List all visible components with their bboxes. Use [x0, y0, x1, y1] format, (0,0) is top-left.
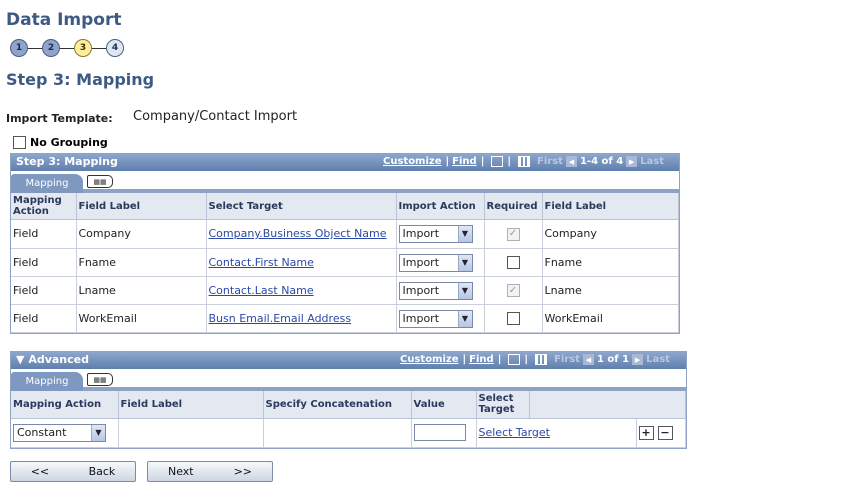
advanced-table: Mapping Action Field Label Specify Conca… [11, 391, 686, 448]
import-action-select[interactable]: Import ▼ [398, 309, 473, 328]
tab-mapping[interactable]: Mapping [11, 372, 83, 391]
find-link[interactable]: Find [469, 354, 494, 365]
col-value: Value [411, 391, 477, 419]
chevron-down-icon: ▼ [457, 226, 472, 242]
mapping-grid: Step 3: Mapping Customize | Find | | Fir… [10, 153, 680, 334]
required-checkbox[interactable] [506, 312, 520, 325]
previous-arrow-icon: ◀ [582, 354, 594, 365]
previous-arrow-icon: ◀ [565, 156, 577, 167]
required-checkbox[interactable] [506, 256, 520, 269]
tab-mapping[interactable]: Mapping [11, 174, 83, 193]
customize-link[interactable]: Customize [383, 156, 442, 167]
mapping-grid-header: Step 3: Mapping Customize | Find | | Fir… [11, 154, 679, 171]
mapping-tabbar: Mapping ▦▦ [11, 171, 679, 193]
table-row: Field Fname Contact.First Name Import ▼ F… [11, 248, 679, 277]
no-grouping-option[interactable]: No Grouping [13, 136, 108, 149]
show-all-columns-icon[interactable]: ▦▦ [87, 175, 113, 188]
mapping-table: Mapping Action Field Label Select Target… [11, 193, 679, 333]
last-link: Last [640, 156, 665, 167]
advanced-grid: ▼ Advanced Customize | Find | | First ◀ … [10, 351, 687, 449]
col-mapping-action: Mapping Action [11, 193, 77, 220]
mapping-grid-nav: Customize | Find | | First ◀ 1-4 of 4 ▶ … [383, 156, 665, 167]
select-target-link[interactable]: Select Target [479, 426, 550, 439]
view-all-icon[interactable] [508, 354, 521, 365]
chevron-down-icon: ▼ [457, 254, 472, 271]
no-grouping-checkbox[interactable] [13, 136, 26, 149]
chevron-down-icon: ▼ [91, 424, 105, 441]
chevron-down-icon: ▼ [457, 282, 472, 299]
next-arrow-icon: ▶ [632, 354, 644, 365]
first-link: First [537, 156, 563, 167]
advanced-grid-header: ▼ Advanced Customize | Find | | First ◀ … [11, 352, 686, 369]
step-2[interactable]: 2 [42, 39, 60, 57]
col-field-label: Field Label [76, 193, 207, 220]
first-link: First [554, 354, 580, 365]
step-heading: Step 3: Mapping [6, 70, 155, 89]
download-grid-icon[interactable] [535, 354, 548, 365]
col-field-label-2: Field Label [542, 193, 679, 220]
step-3-current: 3 [74, 39, 92, 57]
col-select-target: Select Target [476, 391, 530, 419]
row-count: 1-4 of 4 [579, 156, 624, 167]
advanced-grid-title: Advanced [28, 353, 89, 366]
value-input[interactable] [413, 424, 466, 441]
col-mapping-action: Mapping Action [11, 391, 119, 419]
next-button[interactable]: Next >> [147, 461, 273, 482]
mapping-grid-title: Step 3: Mapping [16, 155, 118, 168]
next-arrow-icon: ▶ [626, 156, 638, 167]
advanced-grid-nav: Customize | Find | | First ◀ 1 of 1 ▶ La… [400, 354, 670, 365]
back-button[interactable]: << Back [10, 461, 136, 482]
step-indicator: 1 2 3 4 [10, 38, 124, 58]
import-template-label: Import Template: [6, 112, 113, 125]
step-connector [92, 47, 106, 49]
select-target-link[interactable]: Contact.Last Name [209, 284, 314, 297]
collapse-triangle-icon[interactable]: ▼ [16, 353, 24, 366]
mapping-action-select[interactable]: Constant ▼ [13, 423, 106, 442]
view-all-icon[interactable] [491, 156, 504, 167]
delete-row-button[interactable]: − [657, 425, 673, 440]
select-target-link[interactable]: Company.Business Object Name [209, 227, 387, 240]
advanced-tabbar: Mapping ▦▦ [11, 369, 686, 391]
last-link: Last [646, 354, 670, 365]
import-template-value: Company/Contact Import [133, 109, 298, 124]
required-checkbox: ✓ [506, 284, 520, 297]
find-link[interactable]: Find [452, 156, 477, 167]
select-target-link[interactable]: Contact.First Name [209, 256, 314, 269]
step-connector [60, 47, 74, 49]
step-4[interactable]: 4 [106, 39, 124, 57]
import-action-select[interactable]: Import ▼ [398, 225, 473, 243]
import-action-select[interactable]: Import ▼ [398, 281, 473, 300]
table-row: Field Lname Contact.Last Name Import ▼ ✓ … [11, 276, 679, 305]
row-count: 1 of 1 [596, 354, 630, 365]
show-all-columns-icon[interactable]: ▦▦ [87, 373, 113, 386]
chevron-down-icon: ▼ [457, 310, 472, 327]
step-connector [28, 47, 42, 49]
select-target-link[interactable]: Busn Email.Email Address [209, 312, 352, 325]
add-row-button[interactable]: + [638, 425, 654, 440]
table-row: Constant ▼ Select Target + − [11, 418, 686, 448]
customize-link[interactable]: Customize [400, 354, 459, 365]
col-field-label: Field Label [118, 391, 264, 419]
page-title: Data Import [6, 10, 122, 30]
col-select-target: Select Target [206, 193, 397, 220]
required-checkbox: ✓ [506, 227, 520, 241]
table-row: Field WorkEmail Busn Email.Email Address… [11, 304, 679, 333]
step-1[interactable]: 1 [10, 39, 28, 57]
col-required: Required [484, 193, 543, 220]
no-grouping-label: No Grouping [30, 136, 108, 149]
import-action-select[interactable]: Import ▼ [398, 253, 473, 272]
download-grid-icon[interactable] [518, 156, 531, 167]
table-row: Field Company Company.Business Object Na… [11, 219, 679, 249]
col-import-action: Import Action [396, 193, 485, 220]
col-specify-concatenation: Specify Concatenation [263, 391, 412, 419]
